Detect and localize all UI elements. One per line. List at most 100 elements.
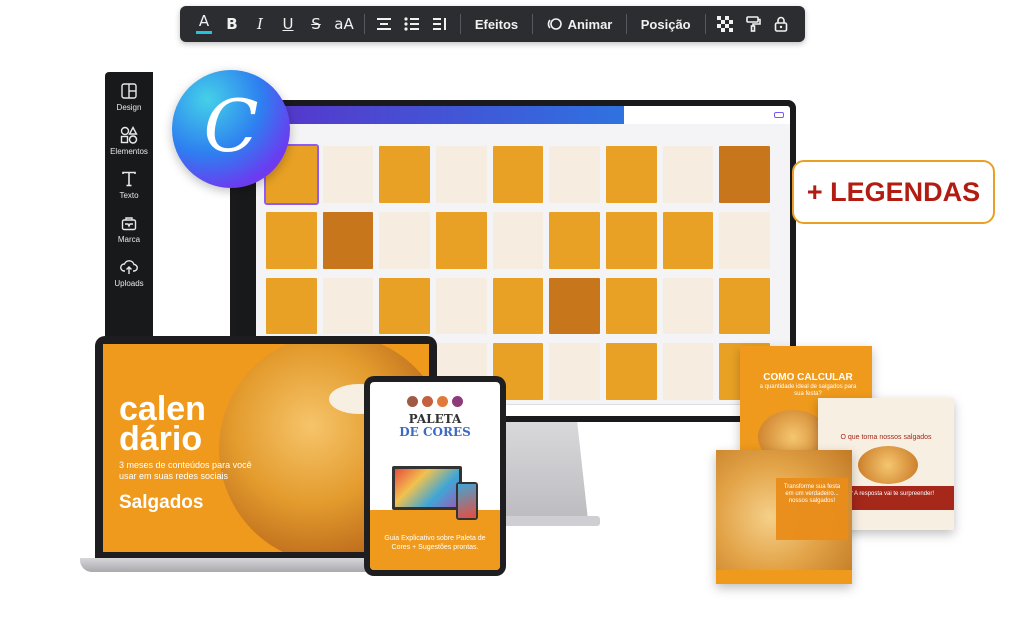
tablet-screen: PALETA DE CORES Guia Explicativo sobre P… (370, 382, 500, 570)
palette-dot (452, 396, 463, 407)
sidebar-item-design[interactable]: Design (116, 82, 142, 112)
align-center-icon (377, 18, 392, 30)
sidebar-item-label: Design (116, 103, 142, 112)
effects-button[interactable]: Efeitos (467, 10, 526, 38)
align-center-button[interactable] (370, 10, 398, 38)
sidebar-item-label: Uploads (114, 279, 144, 288)
brand-icon (121, 217, 137, 231)
post-title: O que torna nossos salgados (840, 434, 932, 441)
page-thumbnail[interactable] (492, 146, 544, 203)
page-thumbnail[interactable] (662, 146, 714, 203)
transparency-icon (717, 16, 734, 32)
palette-subtitle: DE CORES (399, 425, 471, 439)
page-thumbnail[interactable] (549, 343, 600, 400)
page-thumbnail[interactable] (606, 343, 657, 400)
list-button[interactable] (398, 10, 426, 38)
palette-dot (422, 396, 433, 407)
page-thumbnail[interactable] (436, 277, 487, 335)
page-thumbnail[interactable] (662, 277, 714, 335)
shapes-icon (120, 126, 138, 144)
tablet: PALETA DE CORES Guia Explicativo sobre P… (364, 376, 506, 576)
page-thumbnail[interactable] (662, 343, 714, 400)
laptop-illustration (392, 466, 462, 510)
page-thumbnail[interactable] (322, 146, 374, 203)
animate-icon (547, 18, 562, 30)
page-thumbnail[interactable] (492, 211, 544, 269)
page-thumbnail[interactable] (719, 146, 770, 203)
font-color-icon: A (198, 12, 210, 30)
palette-dot (437, 396, 448, 407)
page-thumbnail[interactable] (549, 277, 600, 335)
transparency-button[interactable] (711, 10, 739, 38)
animate-label: Animar (567, 16, 613, 32)
lock-button[interactable] (767, 10, 795, 38)
text-format-toolbar: A B I U S aA Efeitos Animar Posição (180, 6, 805, 42)
calendar-subtitle: 3 meses de conteúdos para você usar em s… (119, 460, 252, 481)
upload-icon (120, 260, 138, 274)
sidebar-item-uploads[interactable]: Uploads (114, 258, 144, 288)
sidebar-item-brand[interactable]: Marca (118, 214, 140, 244)
page-thumbnail[interactable] (492, 277, 544, 335)
lock-icon (774, 16, 788, 32)
page-thumbnail[interactable] (322, 211, 374, 269)
position-button[interactable]: Posição (633, 10, 699, 38)
calendar-brand: Salgados (119, 492, 204, 513)
page-thumbnail[interactable] (436, 211, 487, 269)
strikethrough-button[interactable]: S (302, 10, 330, 38)
post-orange-box: Transforme sua festa em um verdadeiro...… (776, 478, 848, 540)
sidebar-item-label: Marca (117, 235, 141, 244)
palette-title: PALETA (408, 412, 462, 426)
phone-illustration (456, 482, 478, 520)
page-thumbnail[interactable] (606, 277, 657, 335)
page-thumbnail[interactable] (436, 146, 487, 203)
page-thumbnail[interactable] (322, 277, 374, 335)
food-photo (858, 446, 918, 484)
canva-logo: C (172, 70, 290, 188)
page-thumbnail[interactable] (606, 211, 657, 269)
line-spacing-button[interactable] (426, 10, 454, 38)
line-spacing-icon (433, 18, 447, 30)
page-thumbnail[interactable] (379, 277, 430, 335)
bold-button[interactable]: B (218, 10, 246, 38)
letter-case-button[interactable]: aA (330, 10, 358, 38)
post-footer-strip (716, 570, 852, 584)
page-thumbnail[interactable] (549, 211, 600, 269)
animate-button[interactable]: Animar (539, 10, 621, 38)
page-thumbnail[interactable] (662, 211, 714, 269)
palette-dot (407, 396, 418, 407)
sidebar-item-label: Texto (119, 191, 139, 200)
text-icon (122, 171, 136, 187)
font-color-button[interactable]: A (190, 10, 218, 38)
palette-dots (370, 396, 500, 407)
layout-icon (121, 83, 137, 99)
bullet-list-icon (404, 17, 420, 31)
paint-format-button[interactable] (739, 10, 767, 38)
canva-logo-letter: C (203, 84, 259, 168)
calendar-title: calen dário (119, 390, 206, 458)
post-title: COMO CALCULAR (763, 372, 853, 383)
page-thumbnail[interactable] (719, 211, 770, 269)
legendas-badge: + LEGENDAS (792, 160, 995, 224)
page-thumbnail[interactable] (266, 211, 317, 269)
palette-caption: Guia Explicativo sobre Paleta de Cores +… (384, 535, 486, 551)
sidebar-item-label: Elementos (110, 147, 148, 156)
page-thumbnail[interactable] (606, 146, 657, 203)
editor-sidebar: Design Elementos Texto Marca Uploads (105, 72, 153, 342)
editor-topbar: ▪ ▪ ▪ (236, 106, 790, 124)
legendas-text: + LEGENDAS (806, 176, 981, 207)
page-thumbnail[interactable] (379, 211, 430, 269)
post-box-text: Transforme sua festa em um verdadeiro...… (783, 484, 841, 504)
paint-roller-icon (746, 16, 761, 32)
page-thumbnail[interactable] (549, 146, 600, 203)
post-subtitle: a quantidade ideal de salgados para sua … (759, 384, 857, 397)
share-button[interactable] (774, 112, 784, 118)
sidebar-item-text[interactable]: Texto (119, 170, 139, 200)
underline-button[interactable]: U (274, 10, 302, 38)
page-thumbnail[interactable] (266, 277, 317, 335)
page-thumbnail[interactable] (719, 277, 770, 335)
page-thumbnail[interactable] (379, 146, 430, 203)
font-color-bar (196, 31, 212, 34)
sidebar-item-elements[interactable]: Elementos (110, 126, 148, 156)
social-post-transform: Transforme sua festa em um verdadeiro...… (716, 450, 852, 584)
italic-button[interactable]: I (246, 10, 274, 38)
